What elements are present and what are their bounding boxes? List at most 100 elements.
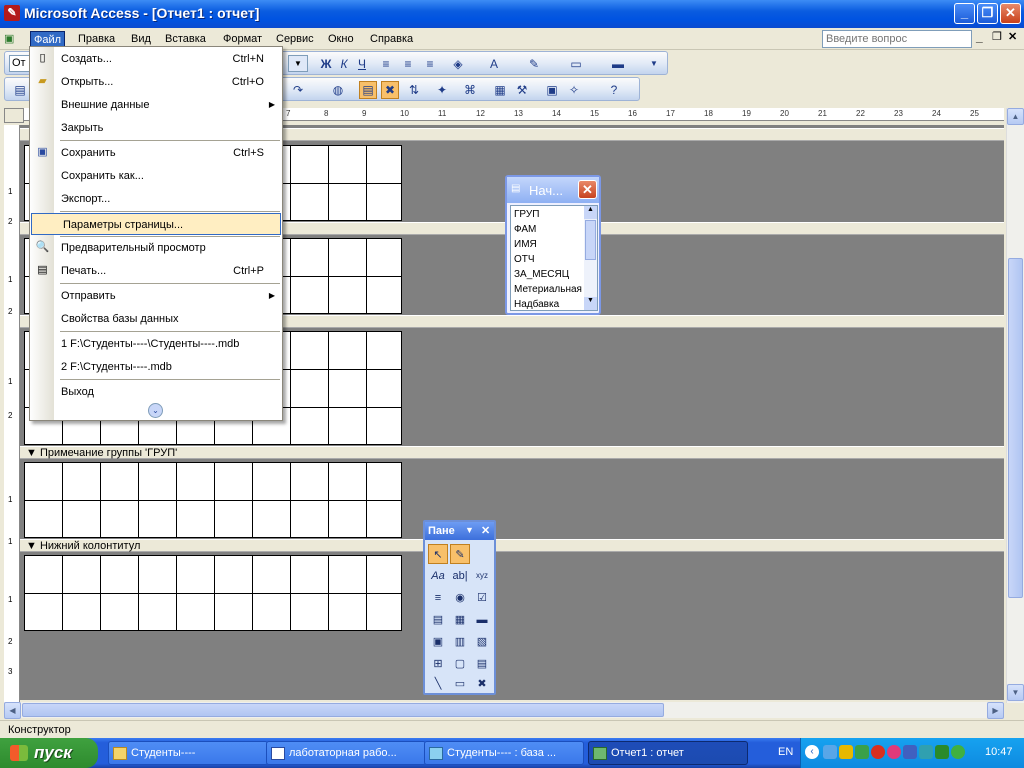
select-objects-tool[interactable]: ↖: [428, 544, 448, 564]
line-width-icon[interactable]: ▬: [609, 55, 627, 73]
menu-save[interactable]: ▣ Сохранить Ctrl+S: [30, 142, 282, 164]
start-button[interactable]: пуск: [0, 738, 98, 768]
menu-recent-file-1[interactable]: 1 F:\Студенты----\Студенты----.mdb: [30, 333, 282, 355]
page-footer-grid[interactable]: [24, 555, 402, 631]
network-icon[interactable]: [823, 745, 837, 759]
field-list-scrollbar[interactable]: ▲ ▼: [584, 206, 597, 310]
option-button-tool[interactable]: ◉: [450, 588, 470, 608]
menu-db-properties[interactable]: Свойства базы данных: [30, 308, 282, 330]
field-item[interactable]: ФАМ: [514, 224, 536, 239]
scroll-left-icon[interactable]: ◀: [4, 702, 21, 719]
field-item[interactable]: ИМЯ: [514, 239, 537, 254]
menu-page-setup[interactable]: Параметры страницы...: [31, 213, 281, 235]
tray-app-icon[interactable]: [951, 745, 965, 759]
scroll-down-icon[interactable]: ▼: [1007, 684, 1024, 701]
horizontal-scroll-thumb[interactable]: [22, 703, 664, 717]
help-search-input[interactable]: [822, 30, 972, 48]
taskbar-item[interactable]: Студенты---- : база ...: [424, 741, 584, 765]
toolbox-menu-icon[interactable]: ▼: [465, 525, 474, 535]
taskbar-item-active[interactable]: Отчет1 : отчет: [588, 741, 748, 765]
field-item[interactable]: ЗА_МЕСЯЦ: [514, 269, 569, 284]
align-left-icon[interactable]: ≡: [377, 55, 395, 73]
doc-restore-button[interactable]: ❐: [992, 30, 1002, 43]
document-icon[interactable]: ▣: [4, 32, 24, 46]
scroll-down-icon[interactable]: ▼: [584, 297, 597, 310]
line-tool[interactable]: ╲: [428, 674, 448, 694]
menu-save-as[interactable]: Сохранить как...: [30, 165, 282, 187]
menu-recent-file-2[interactable]: 2 F:\Студенты----.mdb: [30, 356, 282, 378]
menu-format[interactable]: Формат: [220, 31, 265, 47]
properties-icon[interactable]: ▦: [491, 81, 509, 99]
align-right-icon[interactable]: ≡: [421, 55, 439, 73]
image-tool[interactable]: ▣: [428, 632, 448, 652]
menu-tools[interactable]: Сервис: [273, 31, 317, 47]
toolbox-icon[interactable]: ✖: [381, 81, 399, 99]
menu-send[interactable]: Отправить ▶: [30, 285, 282, 307]
field-item[interactable]: Метериальная: [514, 284, 582, 299]
scroll-up-icon[interactable]: ▲: [1007, 108, 1024, 125]
menu-view[interactable]: Вид: [128, 31, 154, 47]
page-break-tool[interactable]: ⊞: [428, 654, 448, 674]
scroll-up-icon[interactable]: ▲: [584, 206, 597, 219]
page-footer-band[interactable]: ▼ Нижний колонтитул: [20, 539, 1004, 552]
group-footer-band[interactable]: ▼ Примечание группы 'ГРУП': [20, 446, 1004, 459]
clock[interactable]: 10:47: [985, 746, 1013, 758]
menu-help[interactable]: Справка: [367, 31, 416, 47]
horizontal-scrollbar[interactable]: ◀ ▶: [4, 702, 1004, 719]
fill-color-icon[interactable]: ◈: [449, 55, 467, 73]
security-shield-icon[interactable]: [839, 745, 853, 759]
field-list-header[interactable]: ▤ Нач... ✕: [507, 177, 599, 203]
align-center-icon[interactable]: ≡: [399, 55, 417, 73]
menu-insert[interactable]: Вставка: [162, 31, 209, 47]
menu-open[interactable]: ▰ Открыть... Ctrl+O: [30, 71, 282, 93]
group-footer-grid[interactable]: [24, 462, 402, 538]
command-button-tool[interactable]: ▬: [472, 610, 492, 630]
builder-icon[interactable]: ⚒: [513, 81, 531, 99]
font-size-dropdown[interactable]: ▼: [288, 55, 308, 72]
doc-close-button[interactable]: ✕: [1008, 30, 1017, 43]
database-window-icon[interactable]: ▣: [543, 81, 561, 99]
menu-close[interactable]: Закрыть: [30, 117, 282, 139]
toolbar-options-icon[interactable]: ▼: [645, 55, 663, 73]
tab-control-tool[interactable]: ▢: [450, 654, 470, 674]
font-color-icon[interactable]: A: [485, 55, 503, 73]
taskbar-item[interactable]: Студенты----: [108, 741, 268, 765]
hyperlink-icon[interactable]: ◍: [329, 81, 347, 99]
menu-new[interactable]: ▯ Создать... Ctrl+N: [30, 48, 282, 70]
label-tool[interactable]: Aa: [428, 566, 448, 586]
access-app-icon[interactable]: ✎: [4, 5, 20, 21]
tray-app-icon[interactable]: [935, 745, 949, 759]
option-group-tool[interactable]: xyz: [472, 566, 492, 586]
field-item[interactable]: Надбавка: [514, 299, 559, 310]
menu-print[interactable]: ▤ Печать... Ctrl+P: [30, 260, 282, 282]
bound-frame-tool[interactable]: ▧: [472, 632, 492, 652]
field-list-close-button[interactable]: ✕: [578, 180, 597, 199]
redo-icon[interactable]: ↷: [289, 81, 307, 99]
antivirus-icon[interactable]: [855, 745, 869, 759]
menu-window[interactable]: Окно: [325, 31, 357, 47]
new-object-icon[interactable]: ✧: [565, 81, 583, 99]
tray-app-icon[interactable]: [871, 745, 885, 759]
toolbox-window[interactable]: Пане ▼ ✕ ↖ ✎ Aa ab| xyz ≡ ◉ ☑ ▤ ▦ ▬ ▣ ▥ …: [423, 520, 496, 695]
subform-tool[interactable]: ▤: [472, 654, 492, 674]
display-icon[interactable]: [903, 745, 917, 759]
rectangle-tool[interactable]: ▭: [450, 674, 470, 694]
expand-menu-chevron-icon[interactable]: ⌄: [148, 403, 163, 418]
underline-icon[interactable]: Ч: [353, 55, 371, 73]
code-icon[interactable]: ⌘: [461, 81, 479, 99]
toolbox-header[interactable]: Пане ▼ ✕: [425, 522, 494, 540]
vertical-scroll-thumb[interactable]: [1008, 258, 1023, 598]
menu-external-data[interactable]: Внешние данные ▶: [30, 94, 282, 116]
line-color-icon[interactable]: ✎: [525, 55, 543, 73]
toggle-button-tool[interactable]: ≡: [428, 588, 448, 608]
menu-edit[interactable]: Правка: [75, 31, 118, 47]
minimize-button[interactable]: _: [954, 3, 975, 24]
menu-export[interactable]: Экспорт...: [30, 188, 282, 210]
maximize-button[interactable]: ❐: [977, 3, 998, 24]
more-controls-tool[interactable]: ✖: [472, 674, 492, 694]
toolbox-close-button[interactable]: ✕: [481, 524, 490, 537]
tray-expand-icon[interactable]: ‹: [805, 745, 819, 759]
checkbox-tool[interactable]: ☑: [472, 588, 492, 608]
combo-box-tool[interactable]: ▤: [428, 610, 448, 630]
ruler-corner[interactable]: [4, 108, 24, 123]
